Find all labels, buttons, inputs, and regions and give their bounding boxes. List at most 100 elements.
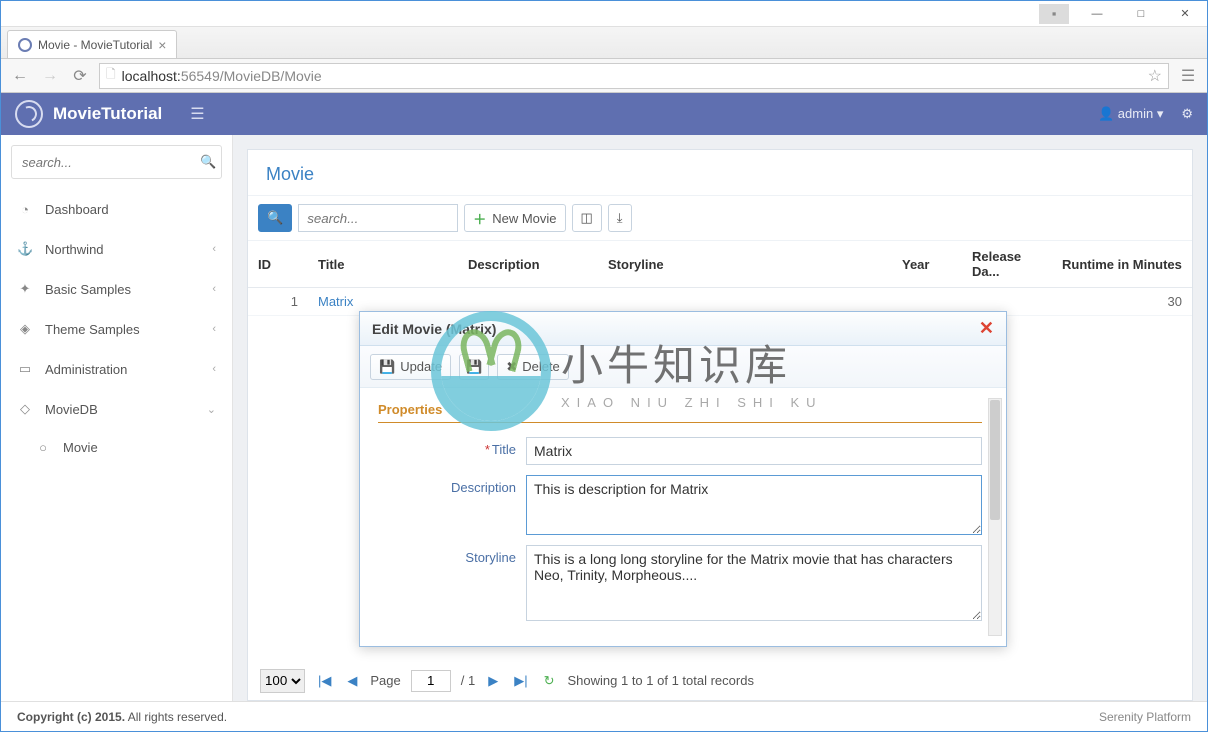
address-bar[interactable]: 🗋 localhost:56549/MovieDB/Movie ☆ [99,63,1169,89]
copyright-rest: All rights reserved. [125,710,227,724]
title-input[interactable] [526,437,982,465]
maximize-button[interactable]: □ [1119,1,1163,27]
forward-button[interactable]: → [39,67,61,85]
col-release[interactable]: Release Da... [962,241,1052,288]
prev-page-button[interactable]: ◀ [344,673,360,689]
sidebar-item-administration[interactable]: ▭Administration‹ [11,349,222,389]
first-page-button[interactable]: |◀ [315,673,334,689]
col-title[interactable]: Title [308,241,458,288]
sidebar-item-movie[interactable]: ○Movie [11,429,222,465]
dialog-scrollbar[interactable] [988,398,1002,636]
apply-button[interactable]: 💾 [459,354,489,380]
search-icon: 🔍 [267,210,283,226]
sidebar-search-input[interactable] [22,155,200,170]
user-menu[interactable]: 👤 admin ▾ [1098,106,1163,122]
sidebar-item-northwind[interactable]: ⚓Northwind‹ [11,229,222,269]
cell-runtime: 30 [1052,288,1192,316]
title-label: *Title [378,437,526,465]
update-button[interactable]: 💾Update [370,354,451,380]
scrollbar-thumb[interactable] [990,400,1000,520]
dialog-body: Properties *Title Description Storyline [360,388,1006,646]
brand-icon [15,100,43,128]
os-window: ▪ — □ ✕ Movie - MovieTutorial × ← → ⟳ 🗋 … [0,0,1208,732]
table-header-row: ID Title Description Storyline Year Rele… [248,241,1192,288]
sidebar: 🔍 ◔Dashboard ⚓Northwind‹ ✦Basic Samples‹… [1,135,233,701]
col-storyline[interactable]: Storyline [598,241,892,288]
data-grid: ID Title Description Storyline Year Rele… [248,241,1192,316]
page-size-select[interactable]: 100 [260,669,305,693]
total-pages: / 1 [461,673,475,688]
description-input[interactable] [526,475,982,535]
col-description[interactable]: Description [458,241,598,288]
sidebar-item-themesamples[interactable]: ◈Theme Samples‹ [11,309,222,349]
excel-button[interactable]: ⤓ [608,204,632,232]
delete-button[interactable]: ✖Delete [497,354,568,380]
next-page-button[interactable]: ▶ [485,673,501,689]
reload-button[interactable]: ⟳ [69,66,91,86]
browser-tab[interactable]: Movie - MovieTutorial × [7,30,177,58]
brand[interactable]: MovieTutorial [15,100,162,128]
last-page-button[interactable]: ▶| [511,673,530,689]
columns-icon: ◫ [581,210,593,226]
col-runtime[interactable]: Runtime in Minutes [1052,241,1192,288]
sidebar-toggle[interactable]: ☰ [190,104,204,124]
columns-button[interactable]: ◫ [572,204,602,232]
page-label: Page [370,673,400,688]
menu-button[interactable]: ☰ [1177,66,1199,86]
col-id[interactable]: ID [248,241,308,288]
sidebar-item-dashboard[interactable]: ◔Dashboard [11,189,222,229]
layers-icon: ◇ [17,401,33,417]
field-description: Description [378,475,982,535]
new-movie-button[interactable]: ＋New Movie [464,204,565,232]
search-button[interactable]: 🔍 [258,204,292,232]
grid-toolbar: 🔍 ＋New Movie ◫ ⤓ [248,196,1192,241]
bookmark-icon[interactable]: ☆ [1148,66,1162,86]
copyright-bold: Copyright (c) 2015. [17,710,125,724]
chevron-down-icon: ⌄ [207,403,216,416]
grid-search-input[interactable] [298,204,458,232]
minimize-button[interactable]: — [1075,1,1119,27]
footer: Copyright (c) 2015. All rights reserved.… [1,701,1207,731]
user-icon: ▪ [1039,4,1069,24]
diamond-icon: ◈ [17,321,33,337]
browser-tabbar: Movie - MovieTutorial × [1,27,1207,59]
search-icon: 🔍 [200,154,216,170]
dialog-titlebar[interactable]: Edit Movie (Matrix) ✕ [360,312,1006,346]
col-year[interactable]: Year [892,241,962,288]
pager-summary: Showing 1 to 1 of 1 total records [568,673,754,688]
save-icon: 💾 [379,359,395,375]
apply-icon: 💾 [466,359,482,375]
chevron-left-icon: ‹ [212,323,216,335]
sidebar-item-moviedb[interactable]: ◇MovieDB⌄ [11,389,222,429]
sidebar-item-basicsamples[interactable]: ✦Basic Samples‹ [11,269,222,309]
platform-link[interactable]: Serenity Platform [1099,710,1191,724]
back-button[interactable]: ← [9,67,31,85]
refresh-button[interactable]: ↻ [541,673,558,689]
favicon-icon [18,38,32,52]
chevron-left-icon: ‹ [212,283,216,295]
properties-section: Properties [378,402,982,423]
storyline-input[interactable] [526,545,982,621]
dialog-title: Edit Movie (Matrix) [372,321,496,337]
page-title: Movie [248,150,1192,196]
dialog-toolbar: 💾Update 💾 ✖Delete [360,346,1006,388]
tab-title: Movie - MovieTutorial [38,38,152,52]
app-header: MovieTutorial ☰ 👤 admin ▾ ⚙ [1,93,1207,135]
settings-icon[interactable]: ⚙ [1181,106,1193,122]
field-storyline: Storyline [378,545,982,621]
url-port: 56549 [181,68,220,84]
wand-icon: ✦ [17,281,33,297]
close-dialog-button[interactable]: ✕ [979,318,994,339]
page-input[interactable] [411,670,451,692]
field-title: *Title [378,437,982,465]
brand-label: MovieTutorial [53,104,162,124]
sidebar-search[interactable]: 🔍 [11,145,222,179]
window-titlebar: ▪ — □ ✕ [1,1,1207,27]
cell-id: 1 [248,288,308,316]
close-tab-icon[interactable]: × [158,37,166,53]
page-icon: 🗋 [106,65,116,86]
close-window-button[interactable]: ✕ [1163,1,1207,27]
url-path: /MovieDB/Movie [220,68,322,84]
edit-dialog: Edit Movie (Matrix) ✕ 💾Update 💾 ✖Delete … [359,311,1007,647]
chevron-left-icon: ‹ [212,243,216,255]
